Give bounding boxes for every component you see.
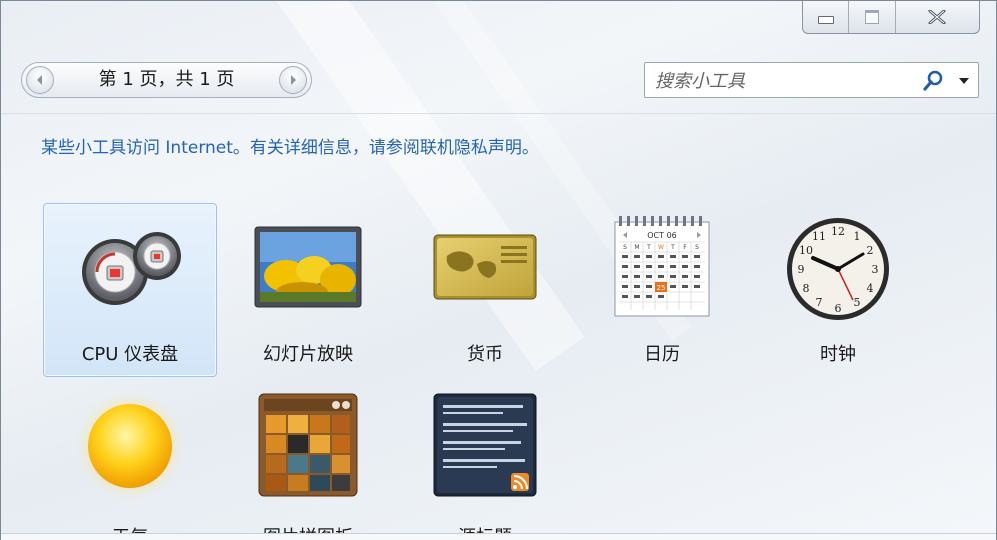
search-icon[interactable] xyxy=(921,69,945,93)
svg-text:T: T xyxy=(646,244,651,251)
close-icon xyxy=(928,9,946,24)
svg-text:S: S xyxy=(695,244,699,251)
svg-text:3: 3 xyxy=(872,263,879,276)
svg-text:2: 2 xyxy=(867,244,874,257)
gadget-label: CPU 仪表盘 xyxy=(81,344,179,365)
cpu-meter-icon xyxy=(82,232,181,305)
currency-icon xyxy=(433,234,537,300)
caption-buttons xyxy=(802,1,980,34)
chevron-left-icon xyxy=(37,75,42,85)
search-dropdown-button[interactable] xyxy=(953,69,975,93)
svg-text:5: 5 xyxy=(854,296,861,309)
next-page-button[interactable] xyxy=(279,66,307,94)
chevron-down-icon xyxy=(959,78,969,84)
previous-page-button[interactable] xyxy=(26,66,54,94)
picture-puzzle-icon xyxy=(258,393,358,497)
svg-text:10: 10 xyxy=(799,244,813,257)
gadget-clock[interactable]: 12 1 2 3 4567 8 9 10 11 时钟 xyxy=(751,203,925,377)
svg-text:7: 7 xyxy=(816,296,823,309)
svg-text:6: 6 xyxy=(835,302,842,315)
gadget-calendar[interactable]: OCT 06 25 SMTWTFS 日历 xyxy=(575,203,749,377)
svg-text:S: S xyxy=(623,244,627,251)
search-input[interactable] xyxy=(653,67,917,95)
gadget-picture-puzzle[interactable]: 图片拼图板 xyxy=(221,386,395,540)
clock-icon: 12 12 3 4567 8 9 1011 xyxy=(787,218,889,320)
page-navigator: 第 1 页，共 1 页 xyxy=(21,62,312,98)
gadget-cpu-meter[interactable]: CPU 仪表盘 xyxy=(43,203,217,377)
maximize-icon xyxy=(865,9,880,24)
svg-text:W: W xyxy=(658,244,664,251)
svg-text:F: F xyxy=(683,244,687,251)
privacy-notice-link[interactable]: 某些小工具访问 Internet。有关详细信息，请参阅联机隐私声明。 xyxy=(41,133,539,158)
svg-text:8: 8 xyxy=(803,282,810,295)
svg-text:12: 12 xyxy=(831,225,845,238)
minimize-button[interactable] xyxy=(803,1,850,33)
page-indicator: 第 1 页，共 1 页 xyxy=(98,69,235,90)
close-button[interactable] xyxy=(896,1,979,33)
svg-text:T: T xyxy=(670,244,675,251)
slideshow-icon xyxy=(254,226,362,308)
calendar-icon: OCT 06 25 SMTWTFS xyxy=(614,216,710,317)
window-bottom-edge xyxy=(1,533,996,540)
svg-text:1: 1 xyxy=(854,230,861,243)
calendar-month: OCT 06 xyxy=(647,231,677,240)
gadget-slideshow[interactable]: 幻灯片放映 xyxy=(221,203,395,377)
divider xyxy=(1,113,996,114)
gadget-label: 日历 xyxy=(644,344,680,365)
search-box xyxy=(644,62,979,98)
gadget-label: 货币 xyxy=(467,344,503,365)
gadget-label: 时钟 xyxy=(820,344,856,365)
minimize-icon xyxy=(817,15,834,24)
svg-text:9: 9 xyxy=(798,263,805,276)
svg-text:11: 11 xyxy=(812,230,826,243)
weather-icon xyxy=(76,392,184,500)
gadget-label: 幻灯片放映 xyxy=(263,344,353,365)
gadget-gallery-window: 第 1 页，共 1 页 某些小工具访问 Internet。有关详细信息，请参阅联… xyxy=(0,0,997,540)
svg-text:4: 4 xyxy=(867,282,874,295)
chevron-right-icon xyxy=(291,75,296,85)
maximize-button[interactable] xyxy=(849,1,896,33)
gadget-currency[interactable]: 货币 xyxy=(398,203,572,377)
feed-headlines-icon xyxy=(433,393,537,497)
calendar-highlight-day: 25 xyxy=(657,284,666,292)
svg-text:M: M xyxy=(634,244,639,251)
gadget-feed-headlines[interactable]: 源标题 xyxy=(398,386,572,540)
gadget-weather[interactable]: 天气 xyxy=(43,386,217,540)
